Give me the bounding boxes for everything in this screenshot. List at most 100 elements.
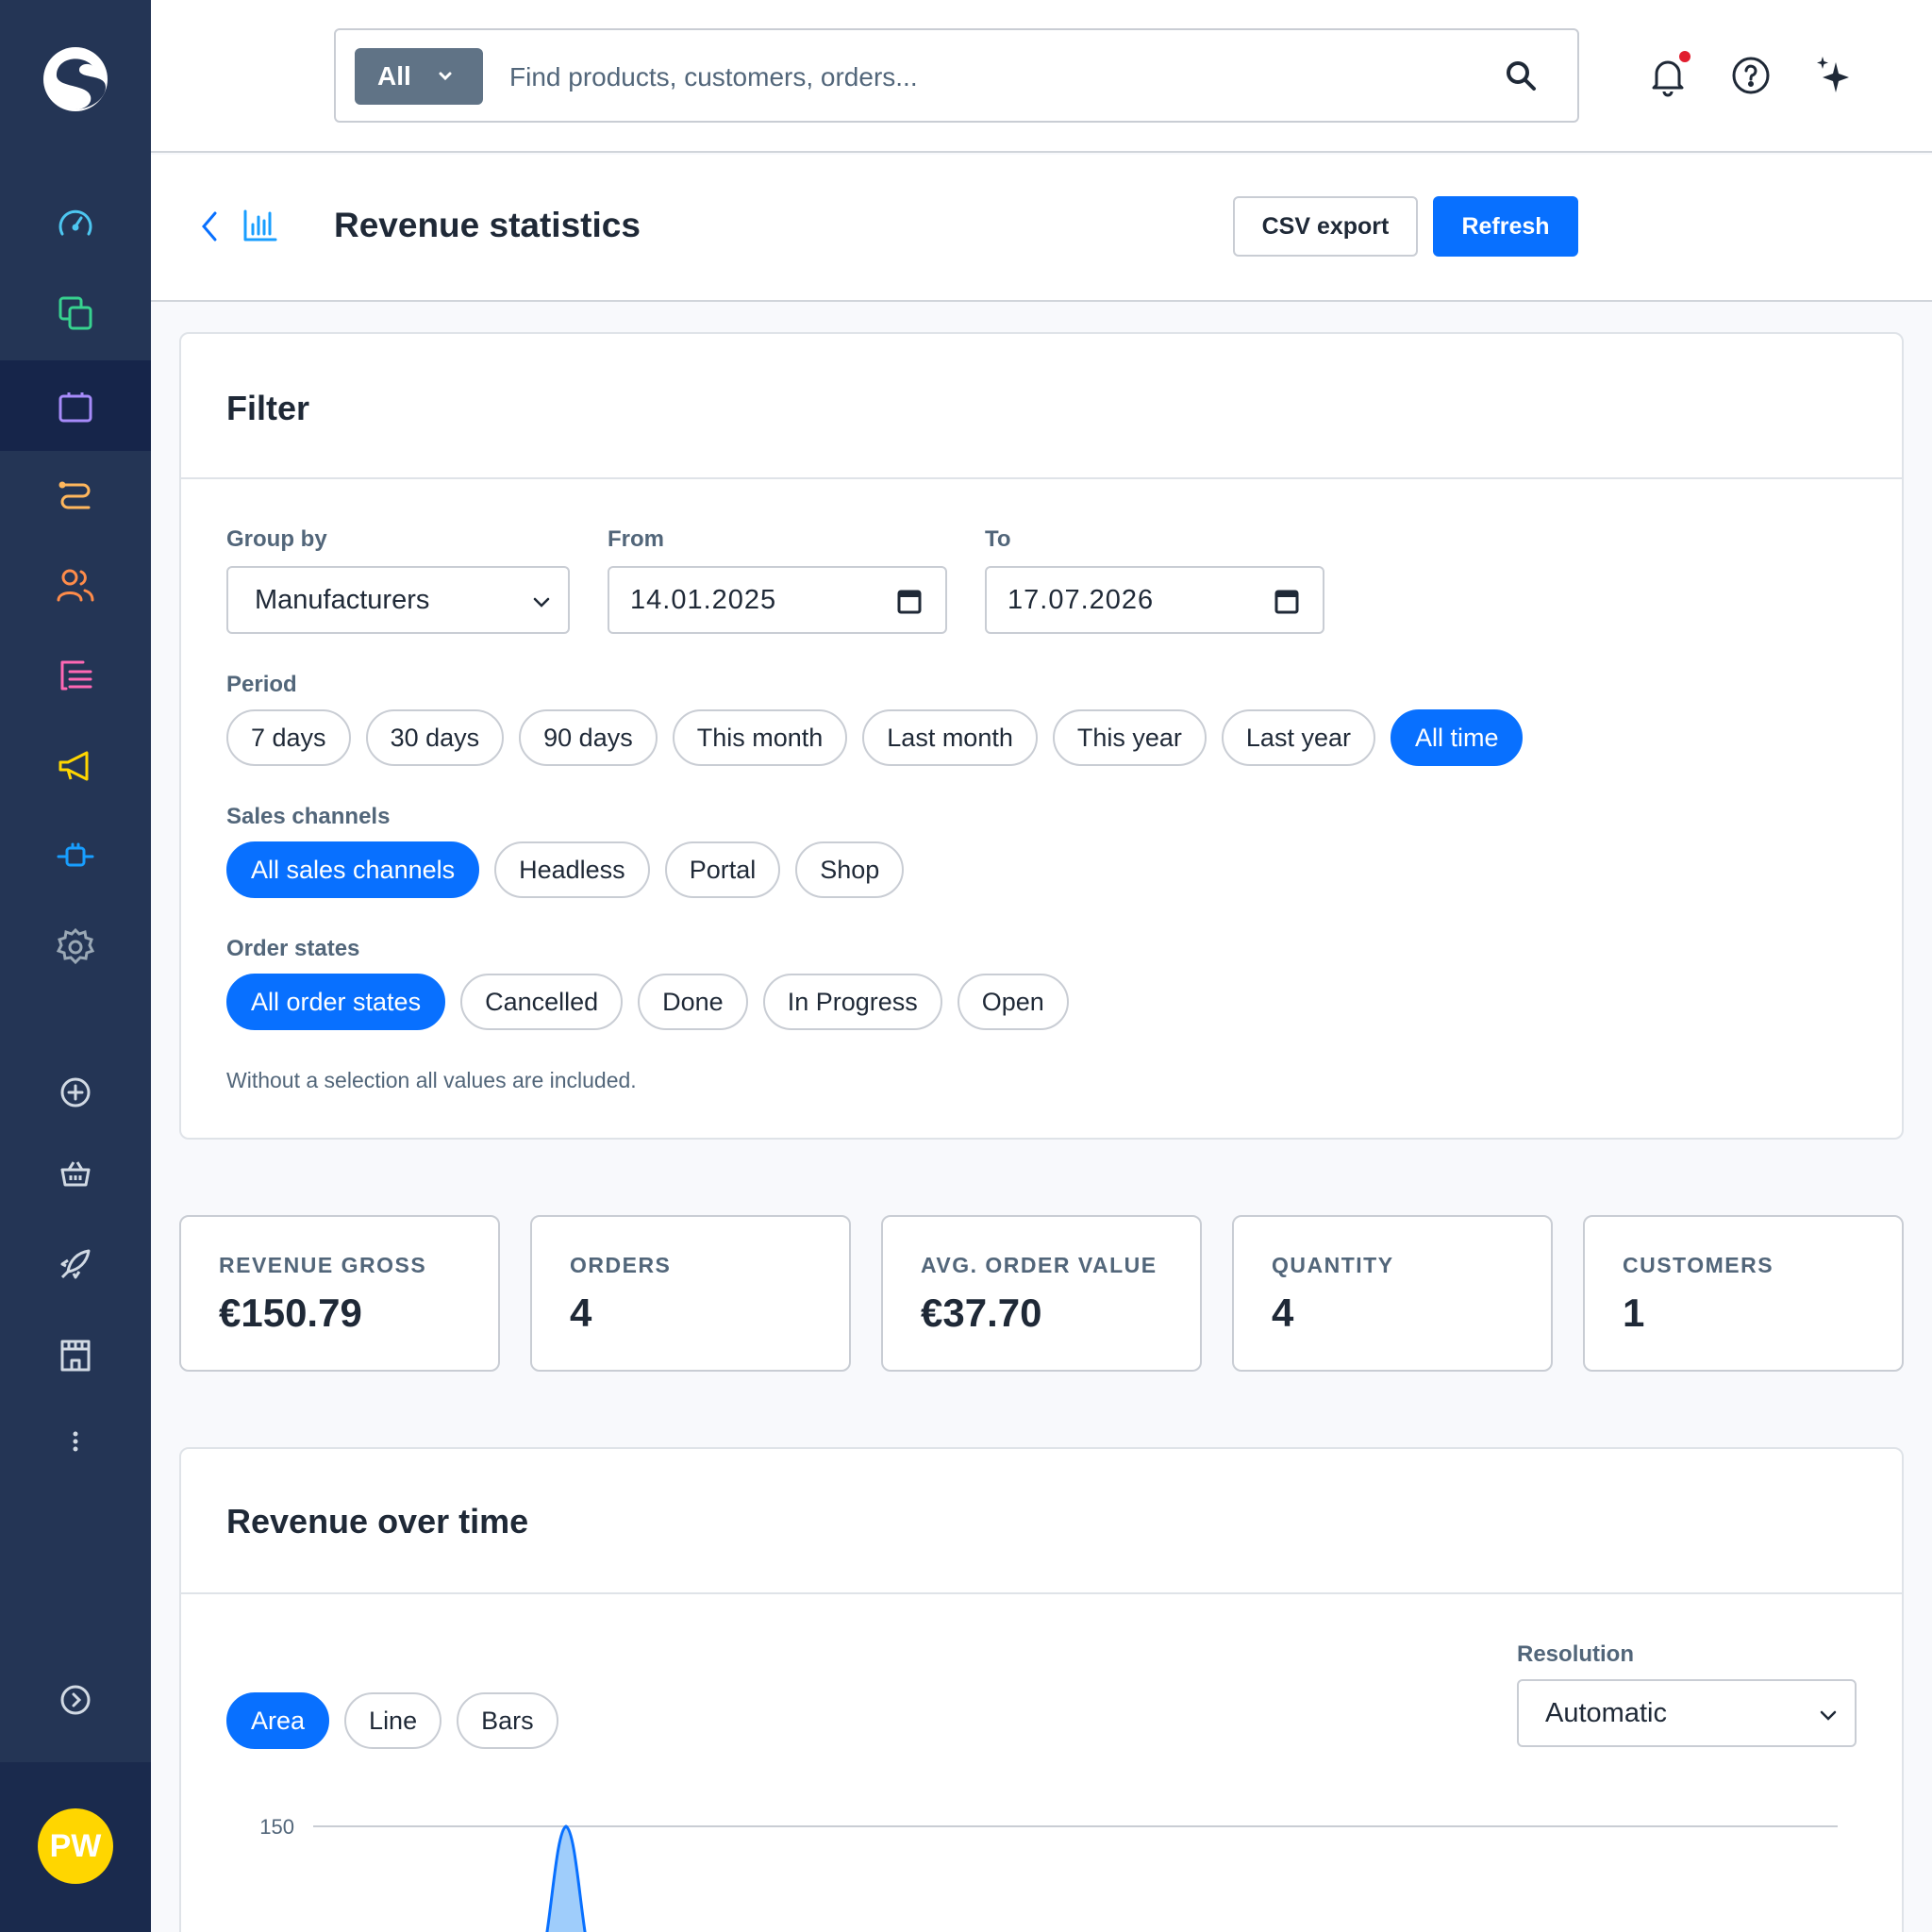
calendar-icon[interactable] bbox=[1274, 587, 1300, 615]
search-scope-select[interactable]: All bbox=[355, 48, 483, 105]
group-by-value: Manufacturers bbox=[255, 584, 430, 615]
sidebar-item-customers-flow[interactable] bbox=[0, 449, 151, 540]
page-title: Revenue statistics bbox=[334, 206, 641, 244]
to-date-field[interactable]: 17.07.2026 bbox=[985, 566, 1324, 634]
filter-title: Filter bbox=[226, 389, 310, 427]
shopware-logo[interactable] bbox=[38, 42, 113, 117]
kpi-label: AVG. ORDER VALUE bbox=[921, 1253, 1158, 1277]
csv-export-button[interactable]: CSV export bbox=[1233, 196, 1418, 257]
filter-divider bbox=[181, 477, 1902, 479]
revenue-area-peak bbox=[545, 1824, 587, 1932]
sidebar-basket-button[interactable] bbox=[0, 1128, 151, 1219]
period-pill-all-time[interactable]: All time bbox=[1390, 709, 1524, 766]
order-state-pill-all[interactable]: All order states bbox=[226, 974, 446, 1030]
chevron-right-circle-icon bbox=[60, 1685, 91, 1715]
sidebar-item-extensions[interactable] bbox=[0, 811, 151, 902]
order-state-pill-done[interactable]: Done bbox=[638, 974, 748, 1030]
to-label: To bbox=[985, 526, 1011, 552]
chevron-down-icon bbox=[439, 72, 452, 81]
sidebar-item-customers[interactable] bbox=[0, 540, 151, 630]
period-pill-90-days[interactable]: 90 days bbox=[519, 709, 658, 766]
sales-channel-pills: All sales channels Headless Portal Shop bbox=[226, 841, 905, 898]
help-icon[interactable] bbox=[1728, 53, 1774, 98]
customers-flow-icon bbox=[58, 481, 91, 509]
period-pill-last-year[interactable]: Last year bbox=[1221, 709, 1375, 766]
more-vertical-icon bbox=[73, 1431, 78, 1452]
revenue-chart-card: Revenue over time Area Line Bars Resolut… bbox=[179, 1447, 1904, 1932]
sales-channel-pill-portal[interactable]: Portal bbox=[664, 841, 781, 898]
kpi-value: 4 bbox=[570, 1291, 592, 1335]
kpi-label: QUANTITY bbox=[1272, 1253, 1394, 1277]
order-state-pill-open[interactable]: Open bbox=[957, 974, 1069, 1030]
sidebar-item-marketing[interactable] bbox=[0, 721, 151, 811]
sales-channel-pill-shop[interactable]: Shop bbox=[795, 841, 905, 898]
sidebar-add-button[interactable] bbox=[0, 1047, 151, 1138]
sidebar-item-orders[interactable] bbox=[0, 360, 151, 451]
kpi-label: ORDERS bbox=[570, 1253, 672, 1277]
sales-channel-pill-headless[interactable]: Headless bbox=[494, 841, 650, 898]
calendar-icon[interactable] bbox=[896, 587, 923, 615]
period-label: Period bbox=[226, 672, 297, 697]
sidebar-store-button[interactable] bbox=[0, 1309, 151, 1400]
period-pill-7-days[interactable]: 7 days bbox=[226, 709, 351, 766]
refresh-button[interactable]: Refresh bbox=[1433, 196, 1578, 257]
kpi-value: 1 bbox=[1623, 1291, 1645, 1335]
sidebar-more-button[interactable] bbox=[0, 1396, 151, 1487]
sales-channels-label: Sales channels bbox=[226, 804, 391, 829]
marketing-icon bbox=[58, 751, 89, 781]
sales-channel-pill-all[interactable]: All sales channels bbox=[226, 841, 480, 898]
basket-icon bbox=[60, 1161, 91, 1187]
sidebar-item-catalogues[interactable] bbox=[0, 268, 151, 358]
kpi-customers: CUSTOMERS 1 bbox=[1583, 1215, 1904, 1372]
ai-sparkle-icon[interactable] bbox=[1811, 53, 1857, 98]
period-pill-this-month[interactable]: This month bbox=[672, 709, 848, 766]
kpi-label: REVENUE GROSS bbox=[219, 1253, 427, 1277]
sidebar-item-settings[interactable] bbox=[0, 902, 151, 992]
catalogue-icon bbox=[58, 296, 92, 330]
period-pills: 7 days 30 days 90 days This month Last m… bbox=[226, 709, 1524, 766]
order-states-label: Order states bbox=[226, 936, 360, 961]
order-state-pills: All order states Cancelled Done In Progr… bbox=[226, 974, 1069, 1030]
user-area: PW bbox=[0, 1762, 151, 1932]
dashboard-icon bbox=[58, 209, 92, 236]
notification-dot bbox=[1679, 51, 1690, 62]
extensions-icon bbox=[57, 842, 94, 867]
from-date-field[interactable]: 14.01.2025 bbox=[608, 566, 947, 634]
sidebar-rocket-button[interactable] bbox=[0, 1219, 151, 1309]
customers-icon bbox=[57, 569, 94, 602]
search-icon[interactable] bbox=[1502, 57, 1540, 94]
sidebar-item-content[interactable] bbox=[0, 630, 151, 721]
revenue-area-chart: 150 bbox=[259, 1815, 1838, 1932]
page-header: Revenue statistics CSV export Refresh bbox=[151, 155, 1932, 302]
back-chevron-icon[interactable] bbox=[192, 206, 226, 247]
period-pill-this-year[interactable]: This year bbox=[1052, 709, 1207, 766]
kpi-orders: ORDERS 4 bbox=[530, 1215, 851, 1372]
kpi-avg-order-value: AVG. ORDER VALUE €37.70 bbox=[881, 1215, 1202, 1372]
bar-chart-icon bbox=[243, 209, 277, 242]
kpi-value: €37.70 bbox=[921, 1291, 1042, 1335]
plus-circle-icon bbox=[60, 1077, 91, 1108]
global-search: All bbox=[334, 28, 1579, 123]
kpi-quantity: QUANTITY 4 bbox=[1232, 1215, 1553, 1372]
search-scope-label: All bbox=[377, 61, 411, 91]
content-icon bbox=[60, 660, 92, 691]
rocket-icon bbox=[60, 1249, 91, 1279]
search-input[interactable] bbox=[509, 49, 1453, 106]
kpi-label: CUSTOMERS bbox=[1623, 1253, 1774, 1277]
store-icon bbox=[60, 1340, 91, 1372]
group-by-label: Group by bbox=[226, 526, 327, 552]
sidebar: PW bbox=[0, 0, 151, 1932]
period-pill-last-month[interactable]: Last month bbox=[862, 709, 1038, 766]
avatar[interactable]: PW bbox=[38, 1808, 113, 1884]
sidebar-expand-button[interactable] bbox=[0, 1655, 151, 1745]
group-by-select[interactable]: Manufacturers bbox=[226, 566, 570, 634]
order-state-pill-in-progress[interactable]: In Progress bbox=[762, 974, 942, 1030]
settings-icon bbox=[56, 927, 95, 965]
y-tick-label: 150 bbox=[259, 1815, 294, 1839]
from-date-value: 14.01.2025 bbox=[630, 584, 777, 615]
filter-hint: Without a selection all values are inclu… bbox=[226, 1068, 637, 1092]
chevron-down-icon bbox=[533, 597, 550, 608]
period-pill-30-days[interactable]: 30 days bbox=[365, 709, 505, 766]
sidebar-item-dashboard[interactable] bbox=[0, 179, 151, 270]
order-state-pill-cancelled[interactable]: Cancelled bbox=[460, 974, 624, 1030]
